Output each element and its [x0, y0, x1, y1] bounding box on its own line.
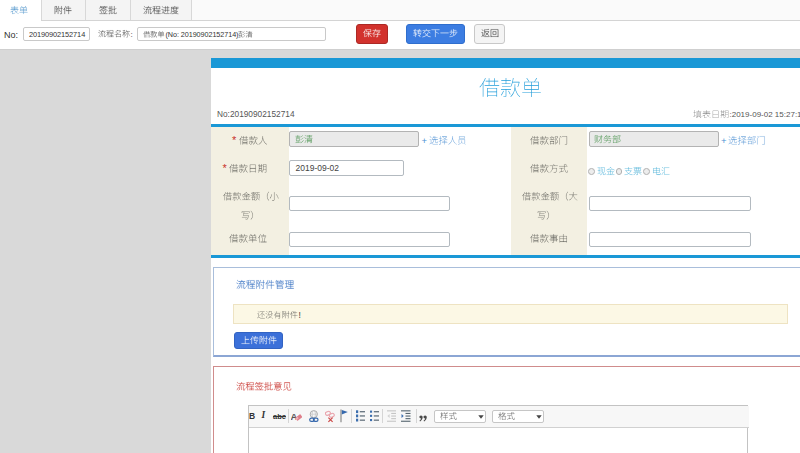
svg-text:A: A	[291, 411, 298, 422]
